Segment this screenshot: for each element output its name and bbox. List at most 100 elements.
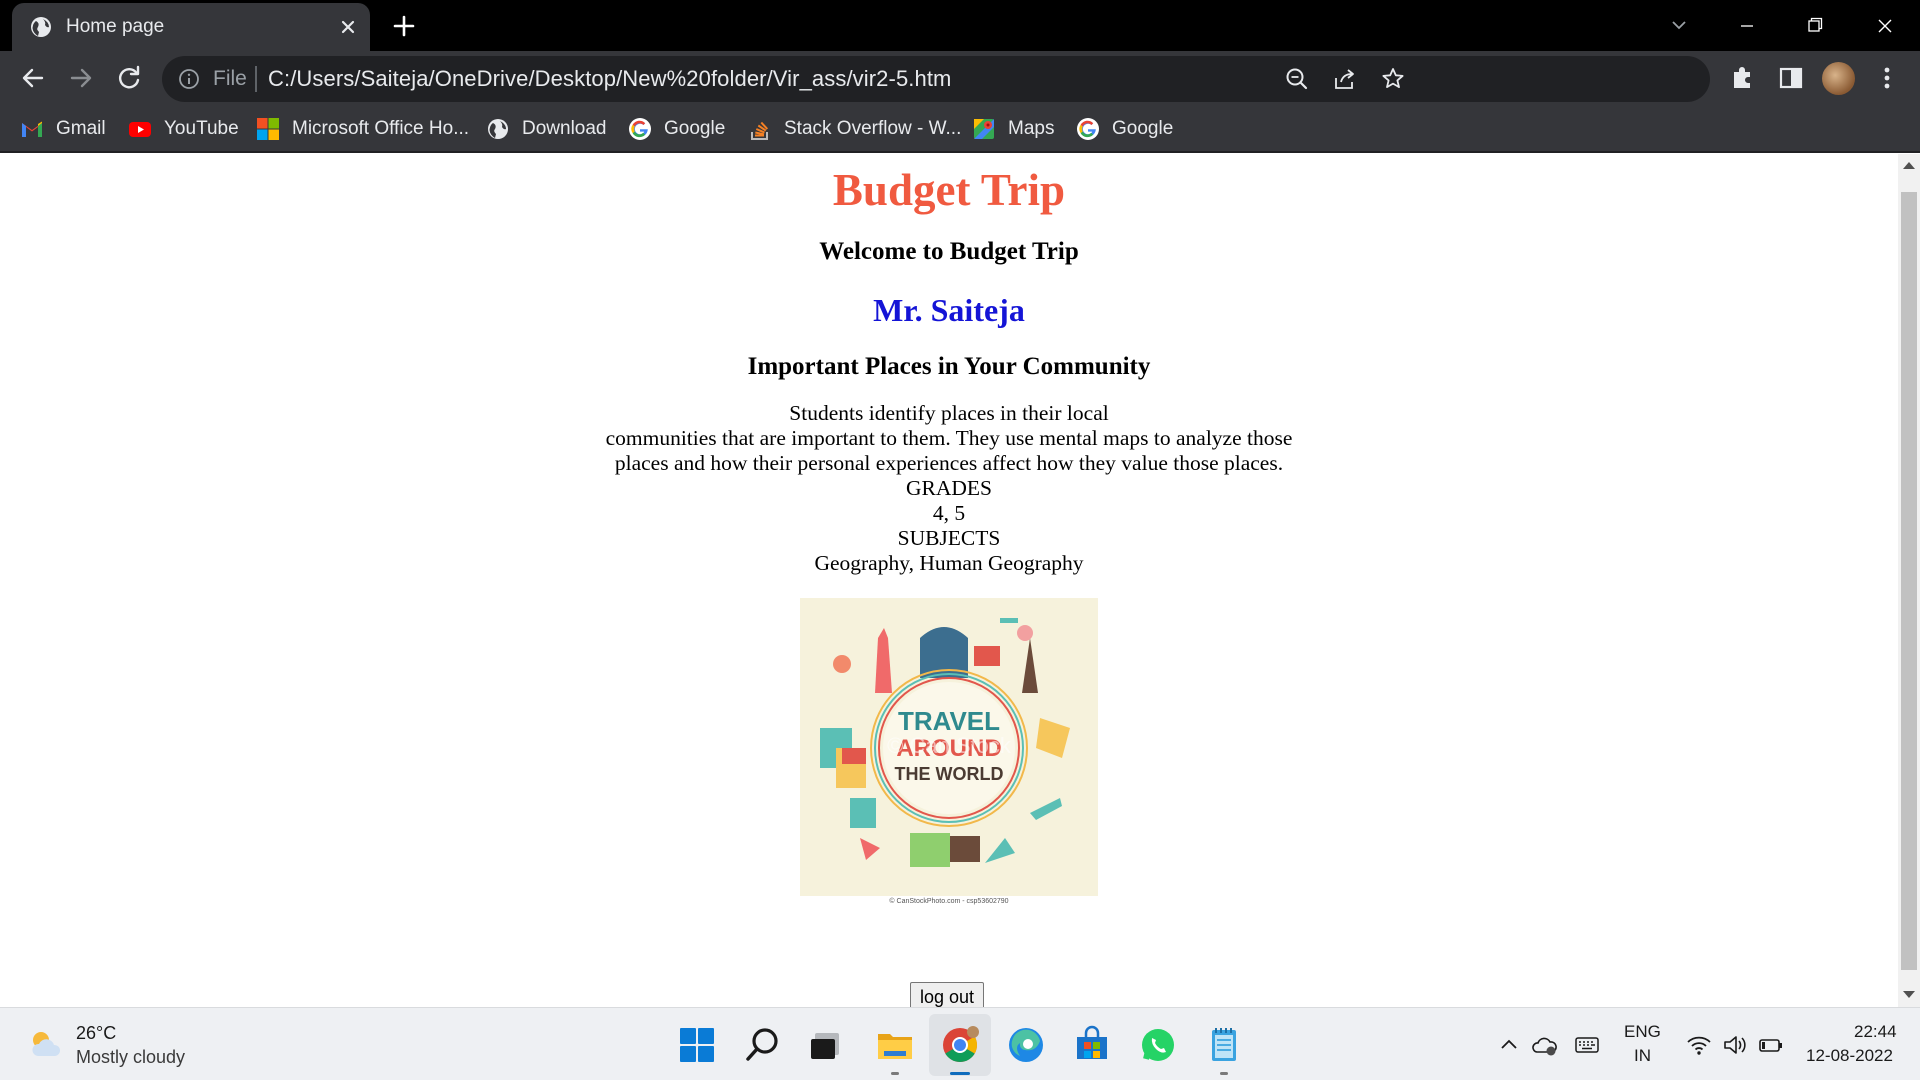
share-icon[interactable]: [1332, 66, 1358, 92]
restore-window-icon[interactable]: [1793, 8, 1837, 44]
bookmark-google-2[interactable]: Google: [1076, 113, 1173, 145]
url-scheme-label: File: [213, 67, 247, 90]
close-window-icon[interactable]: [1863, 8, 1907, 44]
bookmark-stack-overflow[interactable]: Stack Overflow - W...: [748, 113, 961, 145]
chrome-icon[interactable]: [940, 1025, 980, 1065]
bookmark-label: Download: [522, 118, 607, 139]
bookmark-label: Gmail: [56, 118, 106, 139]
microsoft-office-icon: [257, 118, 279, 140]
url-text[interactable]: C:/Users/Saiteja/OneDrive/Desktop/New%20…: [268, 66, 951, 92]
taskbar-running-indicator: [891, 1072, 899, 1075]
section-heading: Important Places in Your Community: [747, 353, 1151, 380]
bookmark-google-1[interactable]: Google: [628, 113, 725, 145]
youtube-icon: [129, 122, 151, 137]
notepad-icon[interactable]: [1204, 1025, 1244, 1065]
subjects-value: Geography, Human Geography: [814, 551, 1084, 575]
description-line: communities that are important to them. …: [605, 426, 1293, 450]
page-content: Budget Trip Welcome to Budget Trip Mr. S…: [0, 154, 1898, 906]
bookmark-label: Google: [664, 118, 726, 139]
google-icon: [1077, 118, 1099, 140]
weather-description[interactable]: Mostly cloudy: [76, 1047, 185, 1068]
vertical-scrollbar[interactable]: [1898, 154, 1920, 1007]
reload-icon[interactable]: [112, 61, 146, 95]
file-explorer-icon[interactable]: [875, 1025, 915, 1065]
bookmark-youtube[interactable]: YouTube: [128, 113, 239, 145]
language-region[interactable]: IN: [1634, 1046, 1651, 1066]
weather-temperature[interactable]: 26°C: [76, 1023, 116, 1044]
kebab-menu-icon[interactable]: [1870, 61, 1904, 95]
edge-icon[interactable]: [1006, 1025, 1046, 1065]
new-tab-icon[interactable]: [390, 12, 418, 40]
address-bar[interactable]: File C:/Users/Saiteja/OneDrive/Desktop/N…: [162, 56, 1710, 102]
description-block: Students identify places in their local …: [0, 401, 1898, 576]
clock-time[interactable]: 22:44: [1854, 1022, 1897, 1042]
bookmark-label: Stack Overflow - W...: [784, 118, 962, 139]
bookmark-label: Google: [1112, 118, 1174, 139]
search-icon[interactable]: [743, 1025, 783, 1065]
profile-avatar[interactable]: [1822, 62, 1855, 95]
maps-icon: [974, 119, 994, 139]
bookmark-download[interactable]: Download: [486, 113, 607, 145]
whatsapp-icon[interactable]: [1138, 1025, 1178, 1065]
scroll-up-arrow-icon[interactable]: [1903, 162, 1915, 169]
bookmark-label: Maps: [1008, 118, 1055, 139]
clock-date[interactable]: 12-08-2022: [1806, 1046, 1893, 1066]
stack-overflow-icon: [751, 121, 769, 140]
bookmark-maps[interactable]: Maps: [972, 113, 1054, 145]
bookmarks-bar: Gmail YouTube Microsoft Office Ho... Dow…: [0, 106, 1920, 153]
language-indicator[interactable]: ENG: [1624, 1022, 1661, 1042]
bookmark-label: YouTube: [164, 118, 239, 139]
keyboard-icon[interactable]: [1574, 1032, 1600, 1058]
image-text-line: TRAVEL: [898, 706, 1000, 736]
page-viewport: Budget Trip Welcome to Budget Trip Mr. S…: [0, 154, 1898, 1007]
tab-strip: Home page: [0, 0, 1920, 51]
description-line: Students identify places in their local: [789, 401, 1109, 425]
taskbar-active-indicator: [950, 1072, 970, 1075]
description-line: places and how their personal experience…: [614, 451, 1284, 475]
page-title: Budget Trip: [832, 165, 1066, 215]
tab-title: Home page: [66, 16, 165, 37]
google-icon: [629, 118, 651, 140]
subjects-label: SUBJECTS: [897, 526, 1001, 550]
travel-around-the-world-image: TRAVEL AROUND THE WORLD © Can Stock © Ca…: [800, 598, 1098, 906]
bookmark-gmail[interactable]: Gmail: [20, 113, 106, 145]
logout-button[interactable]: log out: [910, 982, 984, 1007]
onedrive-cloud-icon[interactable]: [1532, 1032, 1558, 1058]
bookmark-star-icon[interactable]: [1380, 66, 1406, 92]
close-tab-icon[interactable]: [336, 15, 360, 39]
browser-toolbar: File C:/Users/Saiteja/OneDrive/Desktop/N…: [0, 51, 1920, 106]
info-icon[interactable]: [178, 68, 200, 90]
battery-icon[interactable]: [1758, 1032, 1784, 1058]
scrollbar-thumb[interactable]: [1901, 192, 1917, 970]
scroll-down-arrow-icon[interactable]: [1903, 991, 1915, 998]
back-arrow-icon[interactable]: [16, 61, 50, 95]
forward-arrow-icon[interactable]: [64, 61, 98, 95]
welcome-heading: Welcome to Budget Trip: [819, 238, 1079, 265]
volume-icon[interactable]: [1722, 1032, 1748, 1058]
globe-icon: [488, 119, 508, 139]
grades-value: 4, 5: [932, 501, 966, 525]
side-panel-icon[interactable]: [1774, 61, 1808, 95]
extensions-puzzle-icon[interactable]: [1726, 61, 1760, 95]
image-text-line: THE WORLD: [895, 764, 1004, 784]
windows-start-icon[interactable]: [677, 1025, 717, 1065]
chevron-down-icon[interactable]: [1666, 12, 1692, 38]
globe-icon: [31, 17, 51, 37]
chevron-up-icon[interactable]: [1496, 1032, 1522, 1058]
partly-cloudy-icon[interactable]: [28, 1028, 64, 1060]
wifi-icon[interactable]: [1686, 1032, 1712, 1058]
zoom-icon[interactable]: [1284, 66, 1310, 92]
image-credit: © CanStockPhoto.com - csp53602790: [889, 897, 1008, 905]
bookmark-label: Microsoft Office Ho...: [292, 118, 470, 139]
grades-label: GRADES: [905, 476, 992, 500]
gmail-icon: [22, 121, 42, 137]
task-view-icon[interactable]: [806, 1025, 846, 1065]
microsoft-store-icon[interactable]: [1072, 1025, 1112, 1065]
bookmark-microsoft-office[interactable]: Microsoft Office Ho...: [256, 113, 469, 145]
windows-taskbar: 26°C Mostly cloudy ENG IN 22:44 12-08-20…: [0, 1007, 1920, 1080]
minimize-window-icon[interactable]: [1725, 8, 1769, 44]
taskbar-running-indicator: [1220, 1072, 1228, 1075]
browser-tab-active[interactable]: Home page: [12, 3, 370, 51]
omnibox-separator: [255, 66, 257, 92]
user-name-heading: Mr. Saiteja: [873, 292, 1025, 328]
